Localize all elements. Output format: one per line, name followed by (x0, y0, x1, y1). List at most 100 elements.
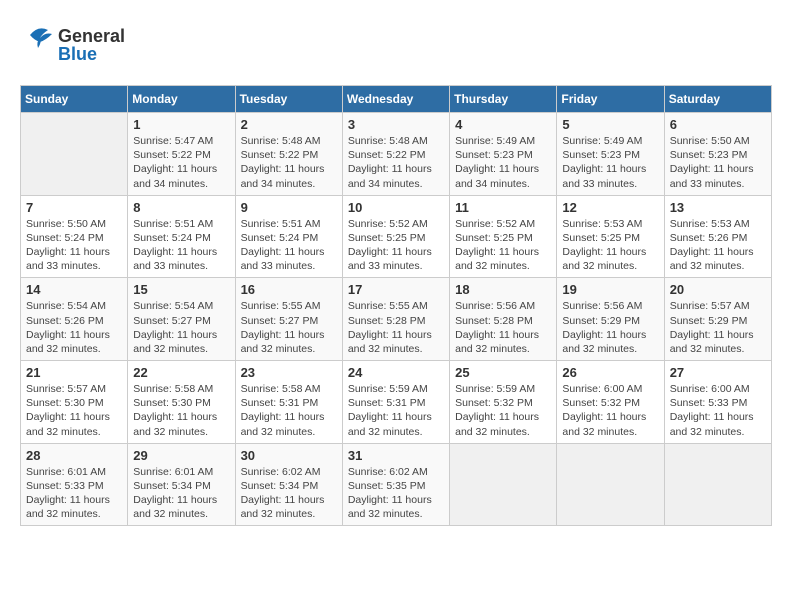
calendar-cell: 8 Sunrise: 5:51 AM Sunset: 5:24 PM Daylig… (128, 195, 235, 278)
day-number: 15 (133, 282, 229, 297)
calendar-cell: 6Sunrise: 5:50 AM Sunset: 5:23 PM Daylig… (664, 113, 771, 196)
calendar-cell (557, 443, 664, 526)
calendar-cell: 9 Sunrise: 5:51 AM Sunset: 5:24 PM Daylig… (235, 195, 342, 278)
day-number: 1 (133, 117, 229, 132)
day-number: 5 (562, 117, 658, 132)
calendar-table: SundayMondayTuesdayWednesdayThursdayFrid… (20, 85, 772, 526)
calendar-cell: 20 Sunrise: 5:57 AM Sunset: 5:29 PM Dayli… (664, 278, 771, 361)
day-number: 17 (348, 282, 444, 297)
col-header-thursday: Thursday (450, 86, 557, 113)
calendar-cell: 7 Sunrise: 5:50 AM Sunset: 5:24 PM Daylig… (21, 195, 128, 278)
col-header-saturday: Saturday (664, 86, 771, 113)
day-info: Sunrise: 5:56 AM Sunset: 5:28 PM Dayligh… (455, 299, 551, 356)
day-number: 4 (455, 117, 551, 132)
col-header-monday: Monday (128, 86, 235, 113)
day-info: Sunrise: 5:52 AM Sunset: 5:25 PM Dayligh… (348, 217, 444, 274)
calendar-cell: 5 Sunrise: 5:49 AM Sunset: 5:23 PM Daylig… (557, 113, 664, 196)
calendar-cell: 10 Sunrise: 5:52 AM Sunset: 5:25 PM Dayli… (342, 195, 449, 278)
day-number: 11 (455, 200, 551, 215)
day-number: 18 (455, 282, 551, 297)
day-info: Sunrise: 5:57 AM Sunset: 5:29 PM Dayligh… (670, 299, 766, 356)
calendar-cell: 1 Sunrise: 5:47 AM Sunset: 5:22 PM Daylig… (128, 113, 235, 196)
calendar-cell: 15 Sunrise: 5:54 AM Sunset: 5:27 PM Dayli… (128, 278, 235, 361)
calendar-cell: 12Sunrise: 5:53 AM Sunset: 5:25 PM Dayli… (557, 195, 664, 278)
calendar-week-3: 14Sunrise: 5:54 AM Sunset: 5:26 PM Dayli… (21, 278, 772, 361)
day-info: Sunrise: 5:59 AM Sunset: 5:32 PM Dayligh… (455, 382, 551, 439)
day-info: Sunrise: 5:51 AM Sunset: 5:24 PM Dayligh… (241, 217, 337, 274)
col-header-sunday: Sunday (21, 86, 128, 113)
day-info: Sunrise: 5:54 AM Sunset: 5:26 PM Dayligh… (26, 299, 122, 356)
calendar-cell: 14Sunrise: 5:54 AM Sunset: 5:26 PM Dayli… (21, 278, 128, 361)
day-number: 16 (241, 282, 337, 297)
calendar-cell: 22 Sunrise: 5:58 AM Sunset: 5:30 PM Dayli… (128, 361, 235, 444)
day-info: Sunrise: 5:49 AM Sunset: 5:23 PM Dayligh… (562, 134, 658, 191)
day-info: Sunrise: 6:01 AM Sunset: 5:33 PM Dayligh… (26, 465, 122, 522)
calendar-week-5: 28 Sunrise: 6:01 AM Sunset: 5:33 PM Dayli… (21, 443, 772, 526)
calendar-cell: 21 Sunrise: 5:57 AM Sunset: 5:30 PM Dayli… (21, 361, 128, 444)
day-info: Sunrise: 5:50 AM Sunset: 5:24 PM Dayligh… (26, 217, 122, 274)
calendar-cell: 28 Sunrise: 6:01 AM Sunset: 5:33 PM Dayli… (21, 443, 128, 526)
calendar-cell: 11 Sunrise: 5:52 AM Sunset: 5:25 PM Dayli… (450, 195, 557, 278)
day-number: 8 (133, 200, 229, 215)
page-header: General Blue (20, 20, 772, 75)
calendar-week-4: 21 Sunrise: 5:57 AM Sunset: 5:30 PM Dayli… (21, 361, 772, 444)
day-number: 9 (241, 200, 337, 215)
calendar-cell: 3 Sunrise: 5:48 AM Sunset: 5:22 PM Daylig… (342, 113, 449, 196)
col-header-tuesday: Tuesday (235, 86, 342, 113)
calendar-cell: 4Sunrise: 5:49 AM Sunset: 5:23 PM Daylig… (450, 113, 557, 196)
day-number: 13 (670, 200, 766, 215)
day-info: Sunrise: 5:48 AM Sunset: 5:22 PM Dayligh… (241, 134, 337, 191)
day-info: Sunrise: 5:52 AM Sunset: 5:25 PM Dayligh… (455, 217, 551, 274)
col-header-wednesday: Wednesday (342, 86, 449, 113)
day-number: 30 (241, 448, 337, 463)
day-info: Sunrise: 5:59 AM Sunset: 5:31 PM Dayligh… (348, 382, 444, 439)
calendar-cell (21, 113, 128, 196)
day-number: 2 (241, 117, 337, 132)
day-info: Sunrise: 5:58 AM Sunset: 5:31 PM Dayligh… (241, 382, 337, 439)
day-info: Sunrise: 5:47 AM Sunset: 5:22 PM Dayligh… (133, 134, 229, 191)
day-info: Sunrise: 5:58 AM Sunset: 5:30 PM Dayligh… (133, 382, 229, 439)
day-info: Sunrise: 5:48 AM Sunset: 5:22 PM Dayligh… (348, 134, 444, 191)
calendar-cell: 31 Sunrise: 6:02 AM Sunset: 5:35 PM Dayli… (342, 443, 449, 526)
logo: General Blue (20, 20, 150, 75)
day-number: 23 (241, 365, 337, 380)
day-info: Sunrise: 6:02 AM Sunset: 5:35 PM Dayligh… (348, 465, 444, 522)
day-info: Sunrise: 5:53 AM Sunset: 5:26 PM Dayligh… (670, 217, 766, 274)
day-number: 29 (133, 448, 229, 463)
day-number: 27 (670, 365, 766, 380)
day-number: 6 (670, 117, 766, 132)
svg-text:Blue: Blue (58, 44, 97, 64)
day-number: 3 (348, 117, 444, 132)
day-info: Sunrise: 6:02 AM Sunset: 5:34 PM Dayligh… (241, 465, 337, 522)
day-info: Sunrise: 5:54 AM Sunset: 5:27 PM Dayligh… (133, 299, 229, 356)
day-number: 7 (26, 200, 122, 215)
calendar-cell: 2 Sunrise: 5:48 AM Sunset: 5:22 PM Daylig… (235, 113, 342, 196)
day-info: Sunrise: 5:51 AM Sunset: 5:24 PM Dayligh… (133, 217, 229, 274)
day-info: Sunrise: 5:55 AM Sunset: 5:27 PM Dayligh… (241, 299, 337, 356)
day-info: Sunrise: 5:57 AM Sunset: 5:30 PM Dayligh… (26, 382, 122, 439)
day-number: 25 (455, 365, 551, 380)
svg-text:General: General (58, 26, 125, 46)
col-header-friday: Friday (557, 86, 664, 113)
calendar-cell: 23 Sunrise: 5:58 AM Sunset: 5:31 PM Dayli… (235, 361, 342, 444)
day-number: 24 (348, 365, 444, 380)
calendar-cell: 26Sunrise: 6:00 AM Sunset: 5:32 PM Dayli… (557, 361, 664, 444)
day-number: 28 (26, 448, 122, 463)
day-number: 20 (670, 282, 766, 297)
calendar-cell: 18 Sunrise: 5:56 AM Sunset: 5:28 PM Dayli… (450, 278, 557, 361)
day-number: 22 (133, 365, 229, 380)
day-info: Sunrise: 6:00 AM Sunset: 5:32 PM Dayligh… (562, 382, 658, 439)
calendar-cell: 16 Sunrise: 5:55 AM Sunset: 5:27 PM Dayli… (235, 278, 342, 361)
day-number: 10 (348, 200, 444, 215)
calendar-cell: 30 Sunrise: 6:02 AM Sunset: 5:34 PM Dayli… (235, 443, 342, 526)
calendar-week-1: 1 Sunrise: 5:47 AM Sunset: 5:22 PM Daylig… (21, 113, 772, 196)
day-info: Sunrise: 5:56 AM Sunset: 5:29 PM Dayligh… (562, 299, 658, 356)
calendar-header-row: SundayMondayTuesdayWednesdayThursdayFrid… (21, 86, 772, 113)
calendar-cell: 19 Sunrise: 5:56 AM Sunset: 5:29 PM Dayli… (557, 278, 664, 361)
calendar-cell: 24 Sunrise: 5:59 AM Sunset: 5:31 PM Dayli… (342, 361, 449, 444)
day-number: 31 (348, 448, 444, 463)
calendar-cell: 29 Sunrise: 6:01 AM Sunset: 5:34 PM Dayli… (128, 443, 235, 526)
day-number: 19 (562, 282, 658, 297)
day-info: Sunrise: 6:01 AM Sunset: 5:34 PM Dayligh… (133, 465, 229, 522)
day-number: 21 (26, 365, 122, 380)
